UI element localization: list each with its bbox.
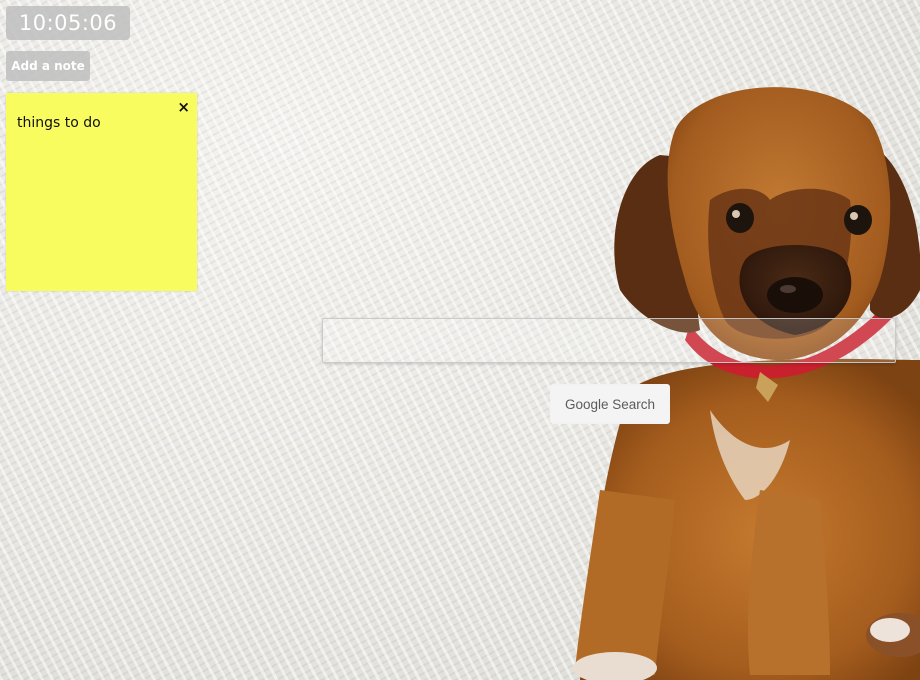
- puppy-image: [573, 87, 920, 680]
- add-note-button[interactable]: Add a note +: [6, 51, 90, 103]
- google-search-button[interactable]: Google Search: [550, 384, 670, 424]
- clock-display: 10:05:06: [6, 6, 130, 40]
- sticky-note-text[interactable]: things to do: [17, 115, 182, 131]
- sticky-note[interactable]: × things to do: [6, 93, 197, 291]
- close-note-icon[interactable]: ×: [177, 97, 190, 117]
- search-input[interactable]: [322, 318, 896, 363]
